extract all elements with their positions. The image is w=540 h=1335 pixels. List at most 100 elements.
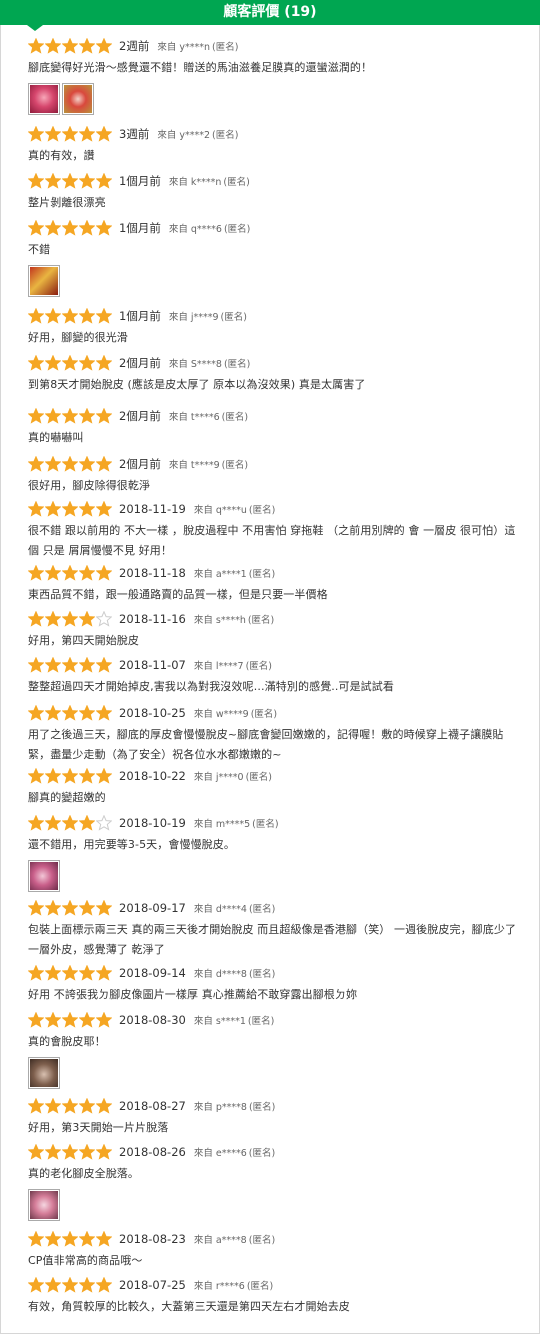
review-date: 2018-08-26 xyxy=(119,1145,186,1159)
review-meta: 1個月前 來自 j****9 (匿名) xyxy=(28,308,522,324)
star-rating xyxy=(28,456,113,472)
review-photo-thumbnail[interactable] xyxy=(62,83,94,115)
review-text: 腳真的變超嫩的 xyxy=(28,791,106,804)
review-text: 很不錯 跟以前用的 不大一樣 ，脫皮過程中 不用害怕 穿拖鞋 （之前用別牌的 會… xyxy=(28,524,516,557)
anonymous-label: (匿名) xyxy=(248,969,276,980)
reviews-header: 顧客評價 (19) xyxy=(0,0,540,25)
review-meta: 2018-10-25 來自 w****9 (匿名) xyxy=(28,705,522,721)
star-filled-icon xyxy=(96,565,113,581)
review-text: 真的有效，讚 xyxy=(28,149,95,162)
review-photo-thumbnail[interactable] xyxy=(28,265,60,297)
review-text: 不錯 xyxy=(28,243,51,256)
review-meta: 2個月前 來自 S****8 (匿名) xyxy=(28,355,522,371)
star-rating xyxy=(28,815,113,831)
review-meta: 2018-10-22 來自 j****0 (匿名) xyxy=(28,768,522,784)
reviewer-name: 來自 j****9 xyxy=(168,312,219,323)
star-filled-icon xyxy=(28,768,45,784)
anonymous-label: (匿名) xyxy=(248,1235,276,1246)
star-filled-icon xyxy=(62,1144,79,1160)
review-meta: 2018-08-26 來自 e****6 (匿名) xyxy=(28,1144,522,1160)
star-filled-icon xyxy=(28,38,45,54)
star-rating xyxy=(28,565,113,581)
star-filled-icon xyxy=(45,815,62,831)
review-item: 1個月前 來自 j****9 (匿名) 好用，腳變的很光滑 xyxy=(28,308,522,348)
review-date: 2個月前 xyxy=(119,356,161,370)
star-rating xyxy=(28,408,113,424)
anonymous-label: (匿名) xyxy=(212,42,239,53)
review-meta: 2018-08-27 來自 p****8 (匿名) xyxy=(28,1098,522,1114)
star-filled-icon xyxy=(79,220,96,236)
star-filled-icon xyxy=(62,355,79,371)
review-date: 2個月前 xyxy=(119,457,161,471)
star-filled-icon xyxy=(28,355,45,371)
review-date: 1個月前 xyxy=(119,309,161,323)
star-filled-icon xyxy=(45,611,62,627)
star-filled-icon xyxy=(45,220,62,236)
reviewer-name: 來自 d****8 xyxy=(193,969,247,980)
review-meta: 2018-08-30 來自 s****1 (匿名) xyxy=(28,1012,522,1028)
review-item: 2018-11-18 來自 a****1 (匿名) 東西品質不錯，跟一般通路賣的品質一… xyxy=(28,565,522,605)
star-filled-icon xyxy=(45,768,62,784)
star-filled-icon xyxy=(62,565,79,581)
review-photo-thumbnail[interactable] xyxy=(28,1189,60,1221)
star-filled-icon xyxy=(96,900,113,916)
review-item: 2018-08-26 來自 e****6 (匿名) 真的老化腳皮全脫落。 xyxy=(28,1144,522,1221)
reviewer-name: 來自 w****9 xyxy=(193,709,249,720)
star-rating xyxy=(28,355,113,371)
review-meta: 2018-11-16 來自 s****h (匿名) xyxy=(28,611,522,627)
star-filled-icon xyxy=(96,355,113,371)
anonymous-label: (匿名) xyxy=(220,312,247,323)
review-meta: 2018-11-19 來自 q****u (匿名) xyxy=(28,501,522,517)
anonymous-label: (匿名) xyxy=(248,1102,276,1113)
star-filled-icon xyxy=(96,965,113,981)
review-item: 2個月前 來自 t****9 (匿名) 很好用，腳皮除得很乾淨 xyxy=(28,456,522,496)
review-item: 2個月前 來自 S****8 (匿名) 到第8天才開始脫皮 (應該是皮太厚了 原本以為… xyxy=(28,355,522,395)
review-text: 東西品質不錯，跟一般通路賣的品質一樣，但是只要一半價格 xyxy=(28,588,328,601)
star-filled-icon xyxy=(45,126,62,142)
star-filled-icon xyxy=(79,900,96,916)
star-filled-icon xyxy=(96,38,113,54)
anonymous-label: (匿名) xyxy=(223,224,251,235)
review-item: 1個月前 來自 q****6 (匿名) 不錯 xyxy=(28,220,522,297)
review-text: 好用，第四天開始脫皮 xyxy=(28,634,139,647)
anonymous-label: (匿名) xyxy=(245,661,272,672)
star-filled-icon xyxy=(96,501,113,517)
review-photo-thumbnail[interactable] xyxy=(28,860,60,892)
star-filled-icon xyxy=(96,657,113,673)
review-item: 2018-11-19 來自 q****u (匿名) 很不錯 跟以前用的 不大一樣 ，脫… xyxy=(28,501,522,561)
star-filled-icon xyxy=(45,408,62,424)
star-filled-icon xyxy=(79,456,96,472)
star-filled-icon xyxy=(28,501,45,517)
review-date: 2個月前 xyxy=(119,409,161,423)
star-filled-icon xyxy=(96,1231,113,1247)
star-rating xyxy=(28,705,113,721)
anonymous-label: (匿名) xyxy=(245,772,272,783)
review-meta: 2個月前 來自 t****6 (匿名) xyxy=(28,408,522,424)
star-filled-icon xyxy=(45,1098,62,1114)
review-item: 2個月前 來自 t****6 (匿名) 真的嚇嚇叫 xyxy=(28,408,522,448)
review-item: 2018-09-17 來自 d****4 (匿名) 包裝上面標示兩三天 真的兩三天後才… xyxy=(28,900,522,960)
star-filled-icon xyxy=(45,965,62,981)
anonymous-label: (匿名) xyxy=(248,1148,276,1159)
review-date: 2018-07-25 xyxy=(119,1278,186,1292)
review-photo-thumbnail[interactable] xyxy=(28,1057,60,1089)
review-meta: 2018-09-14 來自 d****8 (匿名) xyxy=(28,965,522,981)
star-rating xyxy=(28,220,113,236)
star-rating xyxy=(28,768,113,784)
review-photo-thumbnail[interactable] xyxy=(28,83,60,115)
review-photos xyxy=(28,83,522,115)
star-filled-icon xyxy=(28,1231,45,1247)
star-filled-icon xyxy=(62,38,79,54)
pink-product-photo xyxy=(30,1191,58,1219)
star-filled-icon xyxy=(45,355,62,371)
reviewer-name: 來自 a****8 xyxy=(193,1235,247,1246)
star-filled-icon xyxy=(79,1098,96,1114)
star-filled-icon xyxy=(79,611,96,627)
star-filled-icon xyxy=(28,1144,45,1160)
review-text: 還不錯用，用完要等3-5天，會慢慢脫皮。 xyxy=(28,838,235,851)
star-filled-icon xyxy=(96,1277,113,1293)
star-filled-icon xyxy=(45,456,62,472)
review-meta: 2個月前 來自 t****9 (匿名) xyxy=(28,456,522,472)
star-filled-icon xyxy=(28,900,45,916)
star-filled-icon xyxy=(28,408,45,424)
